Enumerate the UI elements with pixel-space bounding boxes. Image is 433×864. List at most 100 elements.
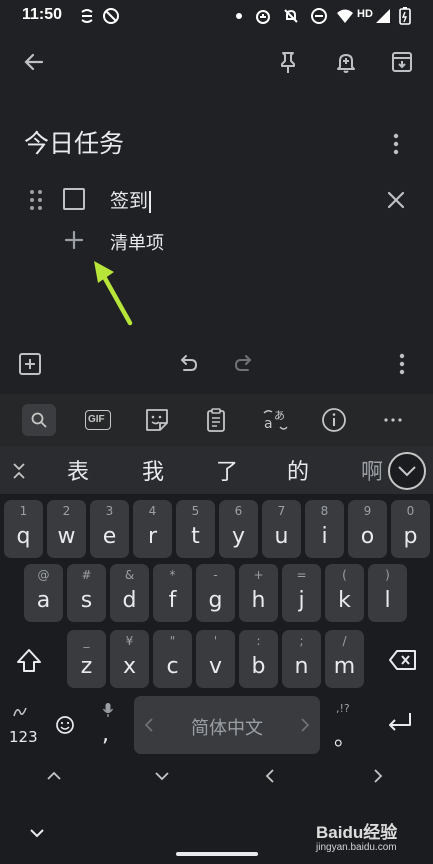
key-w[interactable]: 2w — [47, 500, 86, 558]
candidate-item[interactable]: 啊 — [361, 454, 383, 486]
key-z[interactable]: _ z — [67, 630, 106, 688]
threads-icon — [81, 9, 93, 23]
key-hint: 2 — [62, 504, 71, 518]
wifi-icon — [337, 9, 353, 23]
key-label: k — [338, 588, 351, 613]
enter-icon[interactable] — [384, 710, 414, 736]
key-q[interactable]: 1q — [4, 500, 43, 558]
key-d[interactable]: & d — [110, 564, 149, 622]
key-hint: 9 — [363, 504, 372, 518]
key-label: l — [384, 588, 391, 613]
key-k[interactable]: (k — [325, 564, 364, 622]
annotation-arrow-icon — [94, 261, 133, 326]
plus-icon[interactable] — [62, 228, 86, 252]
close-icon[interactable] — [384, 188, 408, 212]
key-label: f — [168, 588, 177, 613]
note-title[interactable]: 今日任务 — [24, 124, 124, 160]
key-t[interactable]: 5t — [176, 500, 215, 558]
period-key[interactable]: ,!? 。 — [332, 700, 362, 754]
keyboard-search-button[interactable] — [22, 404, 56, 436]
drag-handle-icon[interactable] — [28, 188, 44, 212]
add-box-icon[interactable] — [16, 350, 44, 378]
key-u[interactable]: 7u — [262, 500, 301, 558]
info-icon[interactable] — [319, 405, 349, 435]
no-disturb-icon — [103, 8, 119, 24]
key-label: b — [251, 654, 266, 679]
key-o[interactable]: 9o — [348, 500, 387, 558]
checklist-item-checkbox[interactable] — [63, 188, 85, 210]
key-label: q — [16, 524, 31, 549]
candidate-item[interactable]: 了 — [216, 454, 238, 486]
mute-icon — [284, 9, 298, 23]
hide-keyboard-icon[interactable] — [26, 822, 48, 844]
clipboard-icon[interactable] — [201, 405, 231, 435]
more-vert-icon[interactable] — [390, 350, 414, 378]
key-label: d — [122, 588, 137, 613]
collapse-icon[interactable] — [6, 458, 32, 484]
cursor-up-icon[interactable] — [42, 764, 66, 788]
pin-icon[interactable] — [274, 48, 302, 76]
key-x[interactable]: ¥ x — [110, 630, 149, 688]
key-b[interactable]: :b — [239, 630, 278, 688]
cursor-left-icon[interactable] — [258, 764, 282, 788]
more-horiz-icon[interactable] — [378, 405, 408, 435]
key-hint: 8 — [320, 504, 329, 518]
key-c[interactable]: " c — [153, 630, 192, 688]
cursor-down-icon[interactable] — [150, 764, 174, 788]
add-list-item-button[interactable]: 清单项 — [110, 229, 164, 255]
search-icon — [31, 412, 47, 428]
back-arrow-icon[interactable] — [20, 48, 48, 76]
key-v[interactable]: ' v — [196, 630, 235, 688]
key-label: j — [298, 588, 305, 613]
cursor-right-icon[interactable] — [366, 764, 390, 788]
key-r[interactable]: 4r — [133, 500, 172, 558]
comma-key[interactable]: , — [94, 700, 122, 754]
candidate-item[interactable]: 表 — [67, 454, 89, 486]
emoji-icon[interactable] — [54, 714, 76, 736]
key-g[interactable]: -g — [196, 564, 235, 622]
expand-candidates-button[interactable] — [388, 452, 426, 490]
more-vert-icon[interactable] — [384, 130, 408, 158]
undo-icon[interactable] — [174, 350, 202, 378]
sticker-icon[interactable] — [142, 405, 172, 435]
battery-icon — [399, 7, 411, 25]
key-e[interactable]: 3e — [90, 500, 129, 558]
gif-button[interactable]: GIF — [84, 405, 114, 435]
shift-icon[interactable] — [14, 646, 44, 676]
backspace-icon[interactable] — [388, 648, 418, 672]
status-bar: 11:50 HD — [0, 0, 433, 32]
key-hint: 5 — [191, 504, 200, 518]
watermark-brand: Baidu经验 — [316, 823, 398, 842]
key-j[interactable]: = j — [282, 564, 321, 622]
translate-icon[interactable]: aあ — [260, 405, 290, 435]
key-i[interactable]: 8i — [305, 500, 344, 558]
candidate-item[interactable]: 的 — [287, 454, 309, 486]
key-n[interactable]: ; n — [282, 630, 321, 688]
key-h[interactable]: + h — [239, 564, 278, 622]
key-hint: ( — [342, 568, 347, 582]
key-y[interactable]: 6y — [219, 500, 258, 558]
hd-signal-icon: HD — [357, 8, 373, 20]
key-label: z — [80, 654, 93, 679]
key-label: i — [321, 524, 328, 549]
redo-icon[interactable] — [230, 350, 258, 378]
home-indicator[interactable] — [176, 852, 258, 856]
key-hint: 4 — [148, 504, 157, 518]
key-hint: 7 — [277, 504, 286, 518]
key-label: v — [208, 654, 223, 679]
key-label: g — [208, 588, 223, 613]
key-l[interactable]: ) l — [368, 564, 407, 622]
gif-label: GIF — [88, 414, 105, 425]
key-hint: # — [81, 568, 92, 582]
key-a[interactable]: @ a — [24, 564, 63, 622]
candidate-item[interactable]: 我 — [142, 454, 164, 486]
reminder-bell-icon[interactable] — [332, 48, 360, 76]
checklist-item[interactable]: 签到 — [110, 186, 152, 213]
key-p[interactable]: 0p — [391, 500, 430, 558]
archive-icon[interactable] — [388, 48, 416, 76]
key-f[interactable]: * f — [153, 564, 192, 622]
key-m[interactable]: / m — [325, 630, 364, 688]
number-mode-key[interactable]: 123 — [6, 700, 42, 754]
space-key[interactable]: 简体中文 — [134, 696, 320, 754]
key-s[interactable]: # s — [67, 564, 106, 622]
